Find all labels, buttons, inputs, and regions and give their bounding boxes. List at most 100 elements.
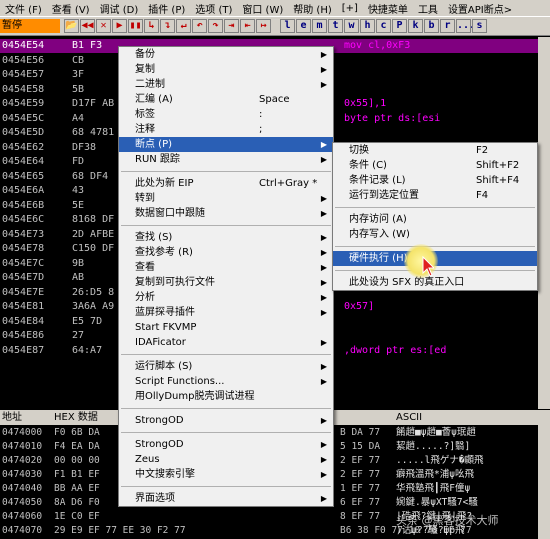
menu-item-6[interactable]: 帮助 (H)	[288, 1, 337, 16]
context-menu-item-label: IDAFicator	[135, 337, 186, 348]
breakpoint-submenu-item[interactable]: 条件记录 (L) Shift+F4	[333, 173, 537, 188]
toolbar-window-button-r[interactable]: r	[440, 19, 455, 33]
context-menu-item[interactable]: 查找 (S) ▶	[119, 230, 333, 245]
context-menu-item[interactable]: 此处为新 EIP Ctrl+Gray *	[119, 176, 333, 191]
toolbar-button-3-icon[interactable]: ▶	[112, 19, 127, 33]
context-menu-item-shortcut: Ctrl+Gray *	[259, 178, 318, 189]
context-menu-item[interactable]: 查找参考 (R) ▶	[119, 245, 333, 260]
breakpoint-submenu-item-label: 硬件执行 (H)	[349, 253, 408, 264]
disasm-asm: byte ptr ds:[esi	[344, 112, 441, 124]
breakpoint-submenu-item[interactable]: 切换 F2	[333, 143, 537, 158]
context-menu-item[interactable]: 复制 ▶	[119, 62, 333, 77]
dump-cell-h2: 2 EF 77	[340, 469, 381, 480]
toolbar-button-10-icon[interactable]: ⇥	[224, 19, 239, 33]
menu-item-2[interactable]: 调试 (D)	[95, 1, 144, 16]
menu-item-0[interactable]: 文件 (F)	[0, 1, 47, 16]
disasm-addr: 0454E57	[2, 69, 45, 80]
context-menu-item-shortcut: Space	[259, 94, 290, 105]
breakpoint-submenu-item[interactable]: 此处设为 SFX 的真正入口	[333, 275, 537, 290]
context-menu-item-label: 运行脚本 (S)	[135, 361, 193, 372]
disasm-hex: 43	[72, 185, 85, 196]
breakpoint-submenu-item[interactable]: 内存写入 (W)	[333, 227, 537, 242]
context-menu-item[interactable]: 查看 ▶	[119, 260, 333, 275]
context-menu-item[interactable]: 复制到可执行文件 ▶	[119, 275, 333, 290]
submenu-arrow-icon: ▶	[320, 65, 327, 74]
breakpoint-submenu-item[interactable]: 运行到选定位置 F4	[333, 188, 537, 203]
menu-item-10[interactable]: 设置API断点>	[443, 1, 517, 16]
context-menu-item[interactable]: 备份 ▶	[119, 47, 333, 62]
breakpoint-submenu-item-label: 切换	[349, 145, 369, 156]
context-menu-item[interactable]: Script Functions... ▶	[119, 374, 333, 389]
disasm-hex: 64:A7	[72, 344, 103, 356]
toolbar-button-1-icon[interactable]: ◀◀	[80, 19, 95, 33]
menu-item-8[interactable]: 快捷菜单	[363, 1, 413, 16]
toolbar: 暂停 📂 ◀◀ ✕ ▶ ▮▮ ↳ ↴ ↵ ↶ ↷ ⇥ ⇤ ↦ l e m t w h c Pk b r... s	[0, 16, 550, 36]
context-menu-item-label: 蓝屏探寻插件	[135, 307, 195, 318]
menu-item-5[interactable]: 窗口 (W)	[237, 1, 288, 16]
menu-item-7[interactable]: [+]	[337, 3, 363, 14]
toolbar-window-button-...[interactable]: ...	[456, 19, 475, 33]
menu-item-3[interactable]: 插件 (P)	[143, 1, 190, 16]
toolbar-window-button-t[interactable]: t	[328, 19, 343, 33]
context-menu-item[interactable]: 分析 ▶	[119, 290, 333, 305]
toolbar-button-7-icon[interactable]: ↵	[176, 19, 191, 33]
context-menu-item[interactable]: 转到 ▶	[119, 191, 333, 206]
cpu-scrollbar[interactable]	[538, 37, 550, 409]
toolbar-window-button-c[interactable]: c	[376, 19, 391, 33]
breakpoint-submenu-item-shortcut: Shift+F2	[476, 160, 520, 171]
disasm-hex: 68 4781	[72, 127, 115, 138]
context-menu-item-label: 复制到可执行文件	[135, 277, 215, 288]
dump-cell-h2: B DA 77	[340, 427, 381, 438]
context-menu-item[interactable]: 用OllyDump脱壳调试进程	[119, 389, 333, 404]
context-menu-item[interactable]: 蓝屏探寻插件 ▶	[119, 305, 333, 320]
context-menu-item[interactable]: 汇编 (A) Space	[119, 92, 333, 107]
toolbar-button-8-icon[interactable]: ↶	[192, 19, 207, 33]
dump-cell-h2: 6 EF 77	[340, 497, 381, 508]
toolbar-button-11-icon[interactable]: ⇤	[240, 19, 255, 33]
menu-item-9[interactable]: 工具	[413, 1, 443, 16]
status-paused: 暂停	[0, 19, 60, 33]
dump-cell-a: 0474040	[2, 483, 43, 494]
context-menu-item[interactable]: RUN 跟踪 ▶	[119, 152, 333, 167]
toolbar-window-button-l[interactable]: l	[280, 19, 295, 33]
context-menu-item[interactable]: 标签:	[119, 107, 333, 122]
context-menu-item[interactable]: IDAFicator ▶	[119, 335, 333, 350]
disasm-addr: 0454E7D	[2, 272, 45, 283]
toolbar-button-0-icon[interactable]: 📂	[64, 19, 79, 33]
context-menu-item[interactable]: 二进制 ▶	[119, 77, 333, 92]
menu-item-4[interactable]: 选项 (T)	[190, 1, 237, 16]
disasm-hex: 26:D5 8	[72, 286, 115, 298]
breakpoint-submenu-item[interactable]: 内存访问 (A)	[333, 212, 537, 227]
context-menu-item[interactable]: 注释;	[119, 122, 333, 137]
dump-cell-a: 0474050	[2, 497, 43, 508]
context-menu-item[interactable]: 界面选项 ▶	[119, 491, 333, 506]
context-menu-item[interactable]: 断点 (P) ▶	[119, 137, 333, 152]
context-menu-item[interactable]: Zeus ▶	[119, 452, 333, 467]
context-menu-item[interactable]: StrongOD ▶	[119, 413, 333, 428]
context-menu-item[interactable]: 运行脚本 (S) ▶	[119, 359, 333, 374]
toolbar-button-6-icon[interactable]: ↴	[160, 19, 175, 33]
context-menu-item[interactable]: 中文搜索引擎 ▶	[119, 467, 333, 482]
context-menu-item[interactable]: StrongOD ▶	[119, 437, 333, 452]
toolbar-window-button-k[interactable]: k	[408, 19, 423, 33]
toolbar-window-button-m[interactable]: m	[312, 19, 327, 33]
toolbar-button-2-icon[interactable]: ✕	[96, 19, 111, 33]
toolbar-window-button-e[interactable]: e	[296, 19, 311, 33]
watermark: 头条 @黑客技术大师	[396, 514, 499, 527]
toolbar-window-button-h[interactable]: h	[360, 19, 375, 33]
context-menu-item[interactable]: 数据窗口中跟随 ▶	[119, 206, 333, 221]
toolbar-window-button-s[interactable]: s	[472, 19, 487, 33]
toolbar-button-9-icon[interactable]: ↷	[208, 19, 223, 33]
toolbar-button-12-icon[interactable]: ↦	[256, 19, 271, 33]
toolbar-button-5-icon[interactable]: ↳	[144, 19, 159, 33]
menu-item-1[interactable]: 查看 (V)	[47, 1, 95, 16]
toolbar-window-button-b[interactable]: b	[424, 19, 439, 33]
dump-scrollbar[interactable]	[538, 425, 550, 539]
toolbar-button-4-icon[interactable]: ▮▮	[128, 19, 143, 33]
context-menu-item-label: 数据窗口中跟随	[135, 208, 205, 219]
toolbar-window-button-P[interactable]: P	[392, 19, 407, 33]
context-menu-item[interactable]: Start FKVMP	[119, 320, 333, 335]
dump-cell-s: 絜趙.....?]翳]	[396, 441, 471, 452]
toolbar-window-button-w[interactable]: w	[344, 19, 359, 33]
breakpoint-submenu-item[interactable]: 条件 (C) Shift+F2	[333, 158, 537, 173]
